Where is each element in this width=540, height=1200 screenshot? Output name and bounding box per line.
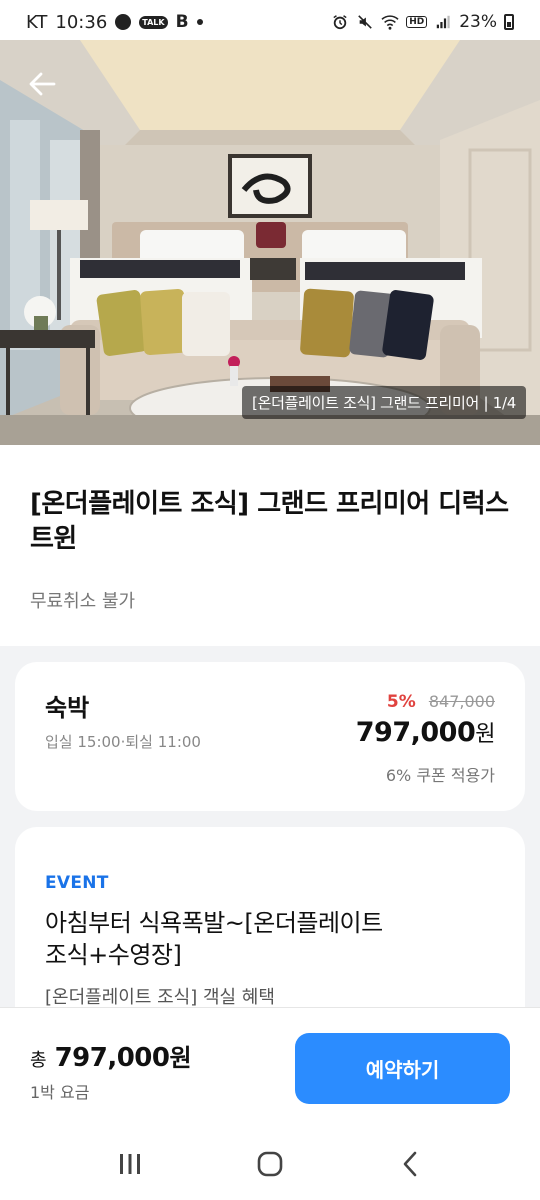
clock: 10:36 bbox=[55, 11, 108, 33]
home-button[interactable] bbox=[240, 1139, 300, 1189]
reserve-button[interactable]: 예약하기 bbox=[295, 1033, 510, 1104]
price-block: 5% 847,000 797,000원 6% 쿠폰 적용가 bbox=[355, 692, 496, 786]
stay-price-card[interactable]: 숙박 입실 15:00·퇴실 11:00 5% 847,000 797,000원… bbox=[15, 662, 525, 811]
cancel-policy: 무료취소 불가 bbox=[30, 591, 136, 612]
home-icon bbox=[257, 1151, 283, 1176]
hd-badge: HD bbox=[406, 16, 428, 28]
per-night-label: 1박 요금 bbox=[30, 1083, 90, 1102]
alarm-icon bbox=[333, 15, 347, 30]
event-title-line2: 조식+수영장] bbox=[45, 941, 182, 969]
arrow-left-icon bbox=[29, 72, 56, 96]
back-nav-button[interactable] bbox=[380, 1139, 440, 1189]
battery-percent: 23% bbox=[459, 12, 497, 32]
mute-icon bbox=[358, 15, 372, 29]
total-prefix: 총 bbox=[30, 1050, 47, 1071]
carrier-label: KT bbox=[26, 11, 48, 33]
back-button[interactable] bbox=[22, 66, 62, 102]
total-price-unit: 원 bbox=[169, 1044, 192, 1072]
event-tag: EVENT bbox=[45, 873, 109, 893]
total-price-block: 총 797,000원 1박 요금 bbox=[30, 1038, 192, 1103]
b-notification-icon: B bbox=[175, 12, 189, 32]
final-price-unit: 원 bbox=[475, 722, 495, 747]
signal-icon bbox=[436, 15, 450, 29]
do-not-disturb-icon bbox=[115, 14, 132, 30]
recent-apps-button[interactable] bbox=[100, 1139, 160, 1189]
chevron-left-icon bbox=[403, 1151, 417, 1176]
battery-icon bbox=[504, 14, 514, 30]
room-photo-illustration bbox=[0, 40, 540, 445]
event-title-line1: 아침부터 식욕폭발~[온더플레이트 bbox=[45, 909, 383, 937]
kakaotalk-icon: TALK bbox=[139, 15, 168, 29]
final-price-value: 797,000 bbox=[355, 717, 476, 748]
original-price: 847,000 bbox=[428, 692, 495, 711]
final-price: 797,000원 bbox=[355, 716, 496, 748]
wifi-icon bbox=[381, 15, 399, 30]
more-notifications-icon bbox=[196, 19, 203, 25]
recent-apps-icon bbox=[120, 1153, 140, 1174]
booking-bar: 총 797,000원 1박 요금 예약하기 bbox=[0, 1007, 540, 1127]
event-description: [온더플레이트 조식] 객실 혜택 bbox=[45, 987, 275, 1008]
discount-rate: 5% bbox=[386, 692, 416, 712]
total-price-value: 797,000 bbox=[54, 1043, 170, 1073]
system-nav-bar bbox=[0, 1127, 540, 1200]
image-counter: [온더플레이트 조식] 그랜드 프리미어 | 1/4 bbox=[242, 386, 526, 419]
discount-row: 5% 847,000 bbox=[356, 692, 495, 712]
status-bar: KT 10:36 TALK B HD 23% bbox=[0, 0, 540, 44]
total-price: 797,000원 bbox=[55, 1038, 192, 1073]
room-title: [온더플레이트 조식] 그랜드 프리미어 디럭스 트윈 bbox=[30, 489, 509, 554]
event-title: 아침부터 식욕폭발~[온더플레이트 조식+수영장] bbox=[45, 907, 495, 971]
coupon-note: 6% 쿠폰 적용가 bbox=[385, 766, 495, 785]
room-info-section: [온더플레이트 조식] 그랜드 프리미어 디럭스 트윈 무료취소 불가 bbox=[0, 445, 540, 646]
room-photo[interactable]: [온더플레이트 조식] 그랜드 프리미어 | 1/4 bbox=[0, 40, 540, 445]
